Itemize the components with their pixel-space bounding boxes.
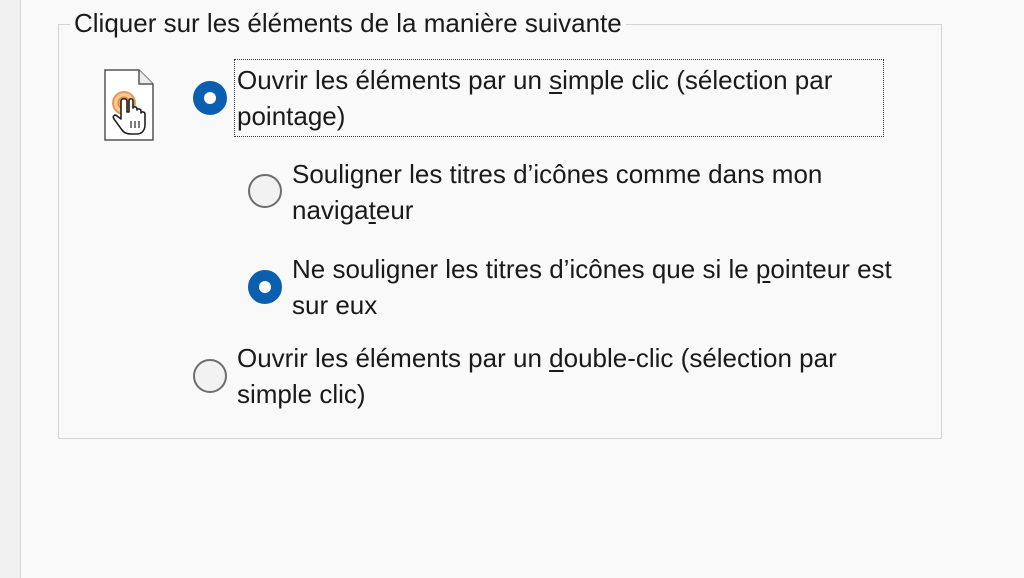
window-edge bbox=[0, 0, 20, 576]
underline-like-browser-radio[interactable] bbox=[248, 174, 282, 208]
underline-like-browser-label[interactable]: Souligner les titres d’icônes comme dans… bbox=[292, 156, 892, 228]
single-click-radio[interactable] bbox=[193, 81, 227, 115]
double-click-label[interactable]: Ouvrir les éléments par un double-clic (… bbox=[237, 340, 917, 412]
double-click-radio[interactable] bbox=[193, 359, 227, 393]
single-click-label[interactable]: Ouvrir les éléments par un simple clic (… bbox=[234, 59, 884, 137]
underline-on-hover-label[interactable]: Ne souligner les titres d’icônes que si … bbox=[292, 251, 932, 323]
underline-on-hover-radio[interactable] bbox=[248, 270, 282, 304]
groupbox-title: Cliquer sur les éléments de la manière s… bbox=[70, 6, 626, 40]
file-hand-click-icon bbox=[102, 67, 158, 149]
